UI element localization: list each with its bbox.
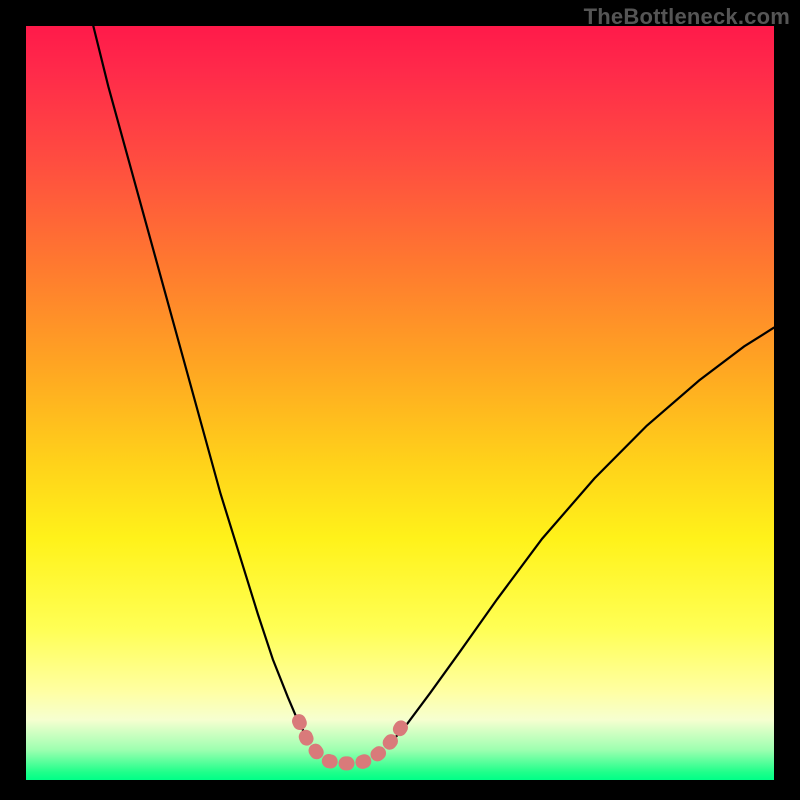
plot-svg bbox=[26, 26, 774, 780]
branding-watermark: TheBottleneck.com bbox=[584, 4, 790, 30]
plot-area bbox=[26, 26, 774, 780]
curve-right bbox=[393, 328, 774, 741]
valley-highlight bbox=[299, 720, 406, 764]
chart-frame: TheBottleneck.com bbox=[0, 0, 800, 800]
curve-left bbox=[93, 26, 310, 742]
